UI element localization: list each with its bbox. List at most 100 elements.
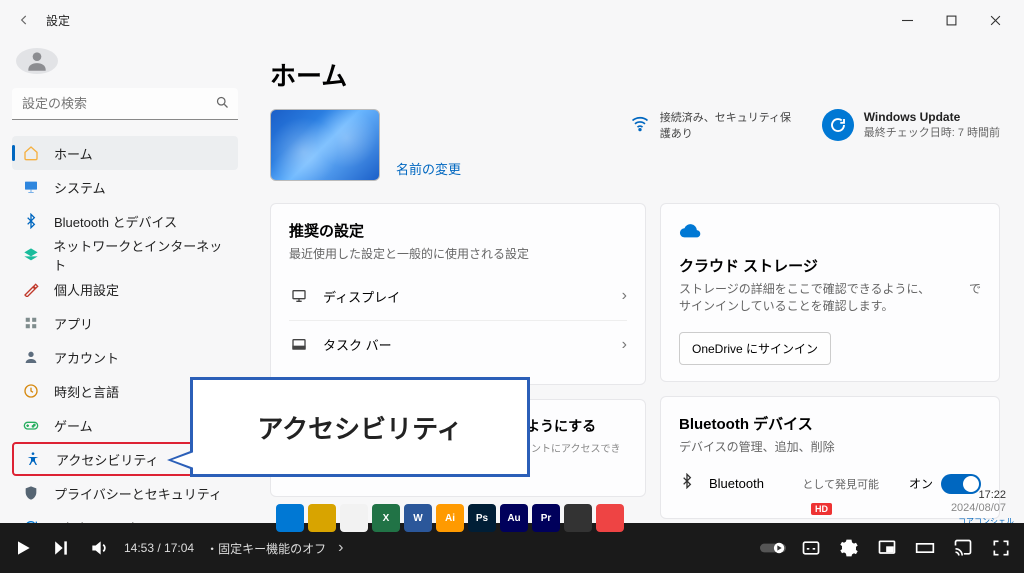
home-icon [22,144,40,162]
setting-row-taskbar[interactable]: タスク バー› [289,320,627,368]
bt-on-label: オン [909,475,933,492]
taskbar-app[interactable] [564,504,592,532]
sidebar-item-personalize[interactable]: 個人用設定 [12,272,238,306]
sidebar-item-label: ネットワークとインターネット [53,236,228,274]
bluetooth-row[interactable]: Bluetooth として発見可能 オン [679,465,981,502]
taskbar-app[interactable] [340,504,368,532]
setting-row-label: タスク バー [323,335,622,354]
sidebar-item-label: ホーム [54,144,93,163]
search-input[interactable] [12,88,238,120]
window-title: 設定 [46,12,70,29]
taskbar-app[interactable]: Ps [468,504,496,532]
wifi-text: 接続済み、セキュリティ保護あり [660,109,800,141]
cloud-icon [679,220,981,247]
search-box[interactable] [12,88,238,120]
miniplayer-button[interactable] [874,535,900,561]
video-chapter: ・固定キー機能のオフ [206,540,326,557]
sidebar-item-label: 時刻と言語 [54,382,119,401]
titlebar: 設定 [0,0,1024,40]
maximize-button[interactable] [930,5,972,35]
minimize-button[interactable] [886,5,928,35]
recommended-card: 推奨の設定 最近使用した設定と一般的に使用される設定 ディスプレイ›タスク バー… [270,203,646,385]
taskbar-app[interactable]: X [372,504,400,532]
taskbar-app[interactable]: Ai [436,504,464,532]
user-avatar[interactable] [16,48,58,74]
sidebar-item-label: ゲーム [54,416,93,435]
taskbar-app[interactable]: Au [500,504,528,532]
taskbar-app[interactable]: W [404,504,432,532]
annotation-callout: アクセシビリティ [190,372,540,482]
windows-update-status[interactable]: Windows Update 最終チェック日時: 7 時間前 [822,109,1000,141]
search-icon [215,95,230,115]
taskbar-app[interactable]: Pr [532,504,560,532]
bt-row-label: Bluetooth [709,476,764,491]
play-button[interactable] [10,535,36,561]
update-icon [822,109,854,141]
windows-taskbar: XWAiPsAuPr [276,501,624,535]
cast-button[interactable] [950,535,976,561]
system-icon [22,178,40,196]
recommended-sub: 最近使用した設定と一般的に使用される設定 [289,245,627,262]
sidebar-item-account[interactable]: アカウント [12,340,238,374]
taskbar-app[interactable] [308,504,336,532]
chevron-right-icon: › [622,336,627,354]
wifi-status[interactable]: 接続済み、セキュリティ保護あり [630,109,800,141]
taskbar-app[interactable] [276,504,304,532]
callout-box: アクセシビリティ [190,377,530,477]
rename-link[interactable]: 名前の変更 [396,159,461,178]
recommended-title: 推奨の設定 [289,220,627,241]
sidebar-item-network[interactable]: ネットワークとインターネット [12,238,238,272]
system-clock: 17:22 2024/08/07 [951,489,1006,515]
apps-icon [22,314,40,332]
wu-subtitle: 最終チェック日時: 7 時間前 [864,124,1000,140]
onedrive-signin-button[interactable]: OneDrive にサインイン [679,332,831,365]
theater-button[interactable] [912,535,938,561]
page-title: ホーム [270,56,1000,93]
sidebar-item-system[interactable]: システム [12,170,238,204]
bt-title: Bluetooth デバイス [679,413,981,434]
sidebar-item-label: アプリ [54,314,93,333]
sidebar-item-apps[interactable]: アプリ [12,306,238,340]
setting-row-label: ディスプレイ [323,287,622,306]
sidebar-item-label: システム [54,178,106,197]
chapter-next-icon[interactable]: › [338,539,343,557]
cloud-title: クラウド ストレージ [679,255,981,276]
callout-text: アクセシビリティ [257,409,462,446]
sidebar-item-label: Bluetooth とデバイス [54,212,177,231]
sidebar-item-bluetooth[interactable]: Bluetooth とデバイス [12,204,238,238]
hd-badge: HD [811,503,832,515]
hero-row: 名前の変更 接続済み、セキュリティ保護あり Windows Update [270,109,1000,181]
account-icon [22,348,40,366]
personalize-icon [22,280,40,298]
sidebar-item-home[interactable]: ホーム [12,136,238,170]
device-thumbnail[interactable] [270,109,380,181]
setting-row-display[interactable]: ディスプレイ› [289,272,627,320]
autoplay-toggle[interactable] [760,535,786,561]
taskbar-app[interactable] [596,504,624,532]
wu-title: Windows Update [864,110,1000,124]
cloud-card: クラウド ストレージ ストレージの詳細をここで確認できるように、 で サインイン… [660,203,1000,382]
video-time: 14:53 / 17:04 [124,541,194,555]
bluetooth-card: Bluetooth デバイス デバイスの管理、追加、削除 Bluetooth と… [660,396,1000,519]
accessibility-icon [24,450,42,468]
settings-button[interactable] [836,535,862,561]
bluetooth-icon [679,473,695,494]
taskbar-icon [289,337,309,353]
sidebar-item-label: アクセシビリティ [56,450,159,469]
display-icon [289,288,309,304]
sidebar-item-label: プライバシーとセキュリティ [54,484,222,503]
sidebar-item-label: 個人用設定 [54,280,119,299]
close-button[interactable] [974,5,1016,35]
games-icon [22,416,40,434]
fullscreen-button[interactable] [988,535,1014,561]
chevron-right-icon: › [622,287,627,305]
captions-button[interactable] [798,535,824,561]
back-button[interactable] [8,4,40,36]
sidebar-item-label: アカウント [54,348,119,367]
cloud-sub: ストレージの詳細をここで確認できるように、 で サインインしていることを確認しま… [679,280,981,314]
volume-button[interactable] [86,535,112,561]
wifi-icon [630,113,650,138]
time-icon [22,382,40,400]
network-icon [22,246,39,264]
next-button[interactable] [48,535,74,561]
